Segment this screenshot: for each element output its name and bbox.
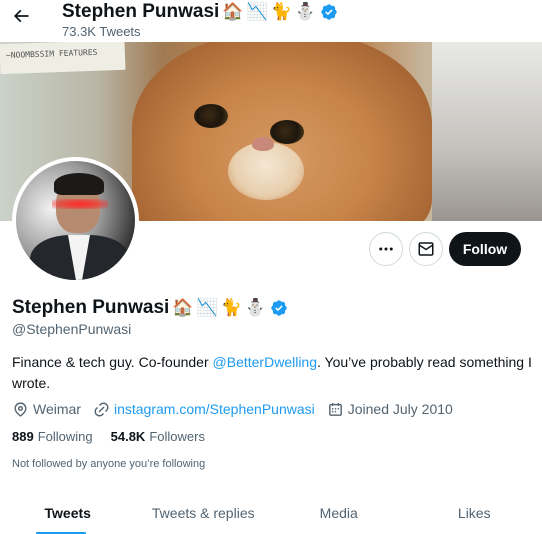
bio-text: Finance & tech guy. Co-founder [12,354,213,370]
followers-link[interactable]: 54.8K Followers [111,429,205,444]
follow-button[interactable]: Follow [449,232,521,266]
location: Weimar [12,401,81,418]
tab-likes[interactable]: Likes [407,490,542,534]
snowman-emoji: ⛄ [244,297,266,318]
profile-meta: Weimar instagram.com/StephenPunwasi Join… [12,399,465,419]
more-icon [379,247,393,251]
header-name: Stephen Punwasi [62,1,220,22]
avatar-laser-eyes [52,199,108,209]
tweet-count: 73.3K Tweets [62,24,141,39]
message-button[interactable] [409,232,443,266]
cat-eye [270,120,304,144]
snowman-emoji: ⛄ [294,1,316,22]
location-text: Weimar [33,401,81,417]
followers-count: 54.8K [110,429,146,444]
house-emoji: 🏠 [172,297,194,318]
not-followed-by-text: Not followed by anyone you’re following [12,458,206,470]
tab-tweets[interactable]: Tweets [0,490,136,534]
cat-emoji: 🐈 [270,1,292,22]
banner-background [432,42,542,221]
chart-down-emoji: 📉 [246,1,268,22]
followers-label: Followers [149,429,205,444]
profile-header-bar: Stephen Punwasi 🏠 📉 🐈 ⛄ 73.3K Tweets [0,0,542,42]
following-count: 889 [12,429,34,444]
profile-handle: @StephenPunwasi [12,321,132,337]
location-pin-icon [14,401,27,417]
mail-icon [418,242,434,256]
banner-cat-image [132,42,432,221]
website: instagram.com/StephenPunwasi [93,401,315,418]
website-link[interactable]: instagram.com/StephenPunwasi [114,401,315,417]
profile-tabs: Tweets Tweets & replies Media Likes [0,490,542,534]
following-link[interactable]: 889 Following [12,429,93,444]
banner-sign: ~NOOMBSSIM FEATURES [0,42,126,75]
cat-eye [194,104,228,128]
profile-name: Stephen Punwasi [12,297,170,318]
tab-tweets-replies[interactable]: Tweets & replies [136,490,272,534]
verified-badge-icon [271,300,287,316]
more-button[interactable] [369,232,403,266]
profile-avatar[interactable] [12,157,139,284]
back-button[interactable] [8,3,34,29]
chart-down-emoji: 📉 [196,297,218,318]
profile-name-row: Stephen Punwasi 🏠 📉 🐈 ⛄ [12,297,288,319]
avatar-hair [54,173,104,195]
arrow-left-icon [13,9,29,23]
tab-media[interactable]: Media [271,490,407,534]
calendar-icon [328,402,342,416]
following-label: Following [37,429,93,444]
bio-mention-link[interactable]: @BetterDwelling [213,354,317,370]
follow-stats: 889 Following 54.8K Followers [12,429,223,444]
cat-nose [252,137,274,151]
link-icon [94,402,109,416]
house-emoji: 🏠 [222,1,244,22]
join-date-text: Joined July 2010 [347,401,453,417]
verified-badge-icon [321,4,337,20]
cat-emoji: 🐈 [220,297,242,318]
profile-bio: Finance & tech guy. Co-founder @BetterDw… [12,352,532,394]
join-date: Joined July 2010 [327,401,453,418]
header-title: Stephen Punwasi 🏠 📉 🐈 ⛄ [62,1,338,23]
